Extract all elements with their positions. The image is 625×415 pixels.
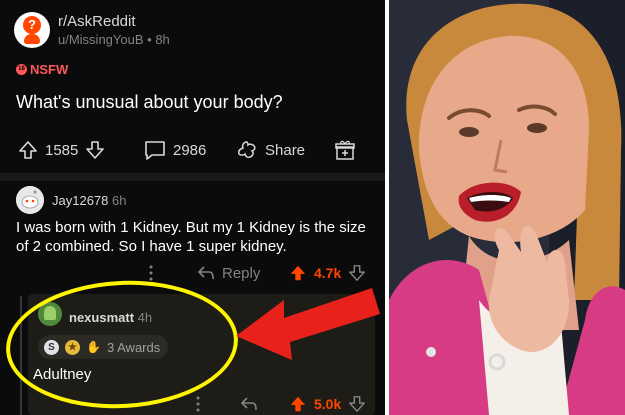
post-upvote-count: 1585 xyxy=(45,141,79,159)
upvote-icon[interactable] xyxy=(18,140,38,160)
reply-icon xyxy=(197,266,214,280)
share-icon xyxy=(238,141,256,159)
reply-vote: 5.0k xyxy=(289,393,366,415)
reply-score: 5.0k xyxy=(314,396,342,412)
post-age: 8h xyxy=(155,32,170,47)
snoo-avatar-icon xyxy=(16,186,44,214)
upvote-icon[interactable] xyxy=(289,395,307,413)
nsfw-label: NSFW xyxy=(30,62,69,77)
comment-count: 2986 xyxy=(173,141,207,159)
comment-author[interactable]: Jay12678 xyxy=(52,193,108,208)
post-actions: 1585 2986 Share xyxy=(0,136,385,164)
reddit-screenshot: ? r/AskReddit u/MissingYouB • 8h 18 NSFW… xyxy=(0,0,385,415)
reaction-photo xyxy=(389,0,625,415)
post-vote: 1585 xyxy=(18,136,105,164)
avatar[interactable] xyxy=(16,186,44,214)
comments-button[interactable]: 2986 xyxy=(144,136,206,164)
question-mark-icon: ? xyxy=(23,16,41,34)
post-meta: u/MissingYouB • 8h xyxy=(58,32,170,47)
reply-icon xyxy=(240,397,257,411)
more-options-button[interactable] xyxy=(195,393,201,415)
comment-username[interactable]: Jay12678 6h xyxy=(52,193,126,208)
more-icon xyxy=(196,396,200,412)
award-gift-icon xyxy=(335,140,355,160)
red-arrow-icon xyxy=(236,288,380,360)
downvote-icon[interactable] xyxy=(85,140,105,160)
nsfw-badge: 18 NSFW xyxy=(16,62,68,77)
section-divider xyxy=(0,173,385,181)
comment-text: I was born with 1 Kidney. But my 1 Kidne… xyxy=(16,219,366,255)
post-author[interactable]: u/MissingYouB xyxy=(58,32,144,47)
share-label: Share xyxy=(265,141,306,159)
subreddit-name[interactable]: r/AskReddit xyxy=(58,13,136,30)
nsfw-icon: 18 xyxy=(16,64,27,75)
subreddit-avatar[interactable]: ? xyxy=(14,12,50,48)
award-button[interactable] xyxy=(334,136,356,164)
comment-age: 6h xyxy=(112,193,127,208)
more-icon xyxy=(149,265,153,281)
reaction-woman-illustration xyxy=(389,0,625,415)
reply-button[interactable] xyxy=(240,393,258,415)
downvote-icon[interactable] xyxy=(348,395,366,413)
post-title[interactable]: What's unusual about your body? xyxy=(16,92,283,113)
comment-icon xyxy=(145,141,165,160)
share-button[interactable]: Share xyxy=(236,136,305,164)
